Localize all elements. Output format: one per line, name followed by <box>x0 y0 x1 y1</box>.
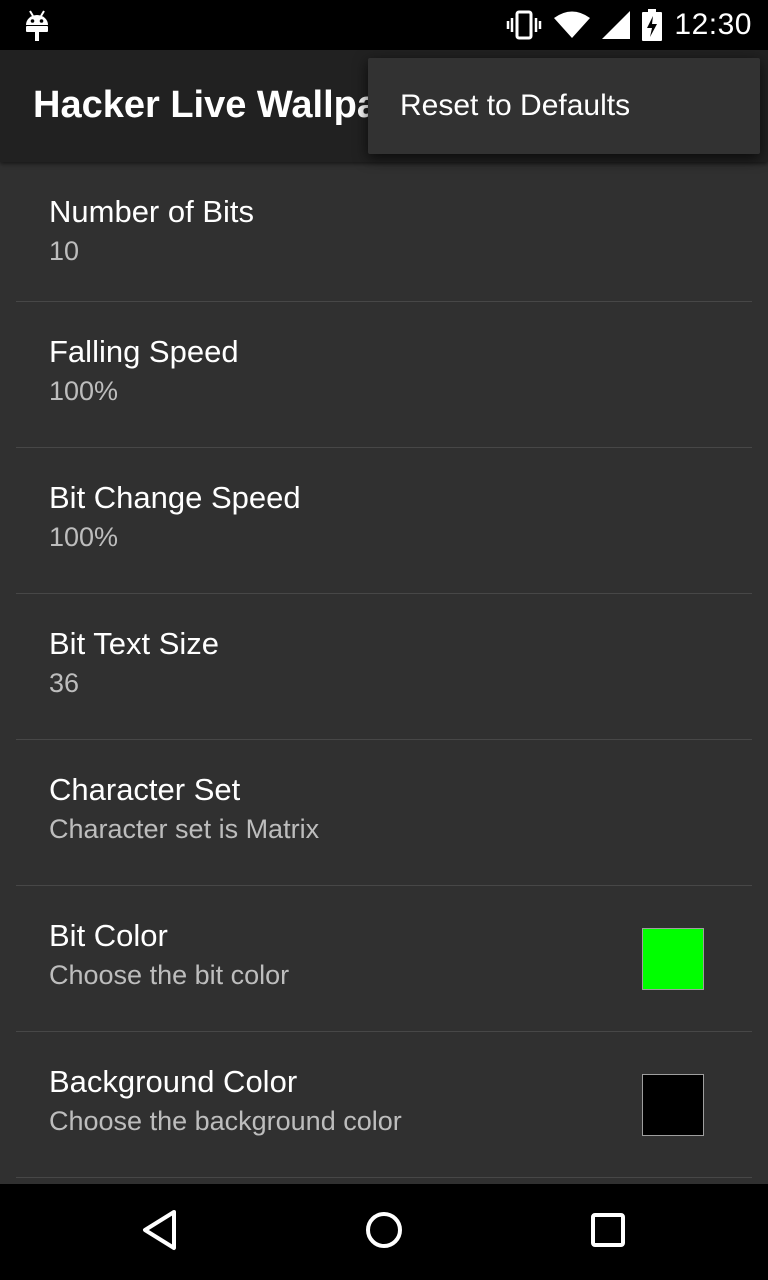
pref-title: Character Set <box>49 772 241 807</box>
home-button[interactable] <box>324 1184 444 1280</box>
back-button[interactable] <box>100 1184 220 1280</box>
menu-item-label: Reset to Defaults <box>400 89 631 122</box>
pref-summary: 100% <box>49 376 119 406</box>
vibrate-icon <box>506 10 542 40</box>
pref-title: Bit Text Size <box>49 626 220 661</box>
pref-bit-text-size[interactable]: Bit Text Size 36 <box>0 594 768 740</box>
preferences-list[interactable]: Number of Bits 10 Falling Speed 100% Bit… <box>0 162 768 1184</box>
pref-summary: Choose the bit color <box>49 960 290 990</box>
pref-summary: 36 <box>49 668 80 698</box>
pref-title: Bit Change Speed <box>49 480 301 515</box>
pref-title: Bit Color <box>49 918 168 953</box>
status-icons: 12:30 <box>506 0 752 50</box>
pref-character-set[interactable]: Character Set Character set is Matrix <box>0 740 768 886</box>
pref-title: Number of Bits <box>49 194 255 229</box>
pref-bit-change-speed[interactable]: Bit Change Speed 100% <box>0 448 768 594</box>
pref-bit-color[interactable]: Bit Color Choose the bit color <box>0 886 768 1032</box>
status-bar: 12:30 <box>0 0 768 50</box>
settings-screen: 12:30 Hacker Live Wallpaper Reset to Def… <box>0 0 768 1280</box>
bit-color-swatch[interactable] <box>642 928 704 990</box>
menu-item-reset-defaults[interactable]: Reset to Defaults <box>368 58 760 154</box>
navigation-bar <box>0 1184 768 1280</box>
wifi-icon <box>554 11 591 39</box>
home-icon <box>364 1210 404 1255</box>
pref-background-color[interactable]: Background Color Choose the background c… <box>0 1032 768 1178</box>
recents-icon <box>590 1212 626 1253</box>
pref-summary: Character set is Matrix <box>49 814 320 844</box>
pref-falling-speed[interactable]: Falling Speed 100% <box>0 302 768 448</box>
pref-summary: 10 <box>49 236 80 266</box>
recents-button[interactable] <box>548 1184 668 1280</box>
cell-signal-icon <box>602 11 631 39</box>
pref-title: Background Color <box>49 1064 298 1099</box>
pref-summary: 100% <box>49 522 119 552</box>
battery-charging-icon <box>642 9 663 41</box>
back-icon <box>140 1209 180 1256</box>
overflow-menu: Reset to Defaults <box>368 58 760 154</box>
pref-number-of-bits[interactable]: Number of Bits 10 <box>0 162 768 302</box>
pref-title: Falling Speed <box>49 334 239 369</box>
background-color-swatch[interactable] <box>642 1074 704 1136</box>
android-debug-icon <box>24 9 50 41</box>
divider <box>16 1177 752 1178</box>
pref-summary: Choose the background color <box>49 1106 402 1136</box>
status-clock: 12:30 <box>674 8 752 41</box>
